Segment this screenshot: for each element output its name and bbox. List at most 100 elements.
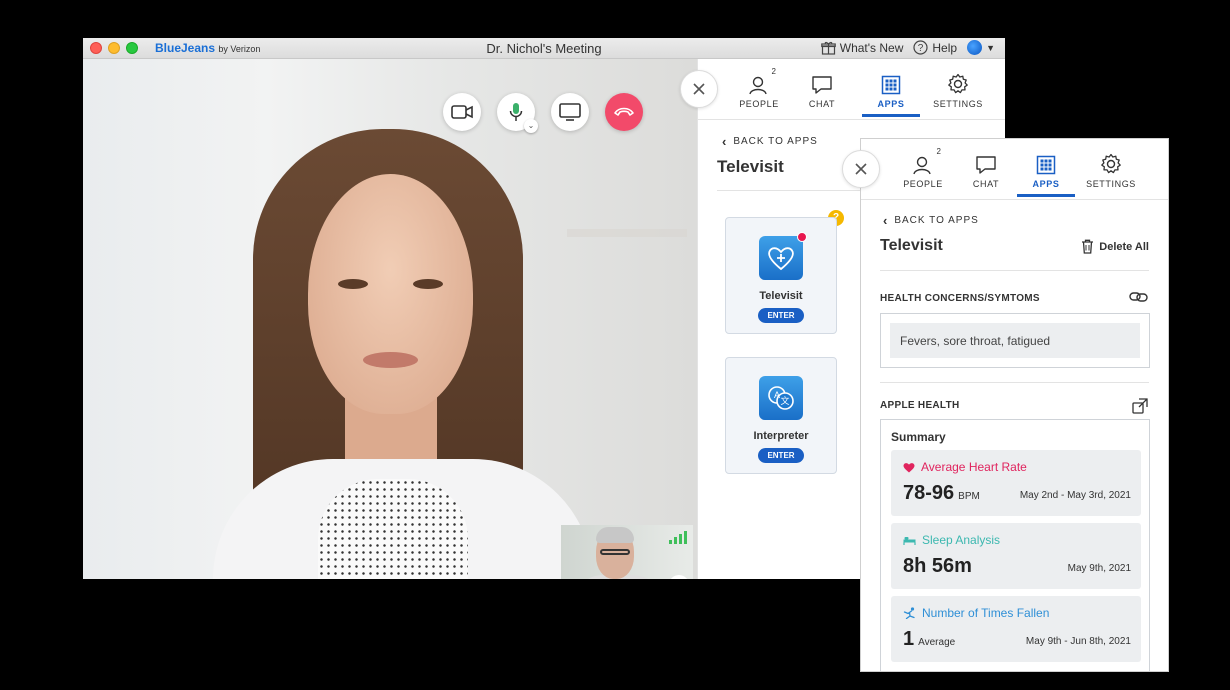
- back-to-apps-link[interactable]: ‹ BACK TO APPS: [883, 213, 979, 228]
- symptoms-field[interactable]: Fevers, sore throat, fatigued: [880, 313, 1150, 368]
- tab-apps-label: APPS: [1032, 179, 1060, 189]
- microphone-icon: [509, 103, 523, 121]
- tab-apps[interactable]: APPS: [862, 71, 920, 117]
- tab-settings-label: SETTINGS: [933, 99, 983, 109]
- delete-all-button[interactable]: Delete All: [1081, 239, 1149, 254]
- metric-name: Sleep Analysis: [903, 533, 1000, 547]
- back-to-apps-label: BACK TO APPS: [733, 136, 818, 147]
- enter-interpreter-button[interactable]: ENTER: [758, 448, 804, 463]
- panel-title: Televisit: [717, 157, 784, 176]
- tab-chat-label: CHAT: [808, 99, 836, 109]
- video-toggle-button[interactable]: [443, 93, 481, 131]
- tab-chat-label: CHAT: [972, 179, 1000, 189]
- people-icon: [913, 156, 931, 175]
- chevron-down-icon: ▼: [986, 42, 995, 53]
- tab-people-label: PEOPLE: [739, 99, 779, 109]
- title-bar: BlueJeans by Verizon Dr. Nichol's Meetin…: [83, 38, 1005, 59]
- translate-icon: A文: [768, 386, 794, 410]
- whats-new-label: What's New: [839, 40, 904, 55]
- people-count-badge: 2: [771, 67, 776, 76]
- open-external-icon[interactable]: [1132, 398, 1148, 414]
- participant-face: [308, 174, 473, 414]
- self-view-video[interactable]: [561, 525, 693, 579]
- call-controls: ⌄: [443, 93, 643, 133]
- screen-share-button[interactable]: [551, 93, 589, 131]
- fall-icon: [903, 607, 915, 619]
- end-call-button[interactable]: [605, 93, 643, 131]
- gear-icon: [948, 73, 968, 94]
- monitor-icon: [559, 103, 581, 121]
- app-name-televisit: Televisit: [759, 290, 803, 302]
- app-card-interpreter[interactable]: A文 Interpreter ENTER: [725, 357, 837, 474]
- chevron-left-icon: ‹: [883, 213, 889, 228]
- microphone-icon: [675, 579, 684, 580]
- notification-dot: [797, 232, 807, 242]
- stage: BlueJeans by Verizon Dr. Nichol's Meetin…: [0, 0, 1230, 690]
- help-label: Help: [932, 40, 958, 55]
- tab-apps[interactable]: APPS: [1017, 151, 1075, 197]
- app-name-interpreter: Interpreter: [753, 430, 809, 442]
- svg-text:?: ?: [918, 43, 924, 54]
- tab-people[interactable]: 2 PEOPLE: [891, 147, 955, 189]
- metric-value: 78-96: [903, 482, 955, 504]
- gear-icon: [1101, 153, 1121, 174]
- panel-title: Televisit: [880, 237, 943, 254]
- apple-health-heading: APPLE HEALTH: [880, 400, 960, 411]
- self-mic-button[interactable]: [669, 575, 689, 579]
- close-detail-panel-button[interactable]: [842, 150, 880, 188]
- metric-value: 1: [903, 628, 915, 650]
- apple-health-summary: Summary Average Heart Rate 78-96 BPM May …: [880, 419, 1150, 671]
- app-card-televisit[interactable]: Televisit ENTER: [725, 217, 837, 334]
- mic-toggle-button[interactable]: ⌄: [497, 93, 538, 133]
- apps-grid-icon: [881, 75, 901, 95]
- bed-icon: [903, 536, 916, 545]
- metric-unit: BPM: [958, 491, 980, 502]
- tab-chat[interactable]: CHAT: [794, 71, 850, 109]
- heart-icon: [903, 462, 915, 472]
- tab-settings[interactable]: SETTINGS: [926, 71, 990, 109]
- tab-settings[interactable]: SETTINGS: [1079, 151, 1143, 189]
- back-to-apps-link[interactable]: ‹ BACK TO APPS: [722, 134, 818, 149]
- tab-people[interactable]: 2 PEOPLE: [724, 67, 794, 109]
- health-concerns-heading: HEALTH CONCERNS/SYMTOMS: [880, 293, 1040, 304]
- people-count-badge: 2: [936, 147, 941, 156]
- svg-text:A: A: [774, 390, 780, 400]
- globe-icon: [967, 40, 983, 55]
- metric-name: Number of Times Fallen: [903, 606, 1049, 620]
- tab-settings-label: SETTINGS: [1086, 179, 1136, 189]
- televisit-app-icon: [759, 232, 807, 280]
- enter-televisit-button[interactable]: ENTER: [758, 308, 804, 323]
- chevron-left-icon: ‹: [722, 134, 728, 149]
- metric-card[interactable]: Sleep Analysis 8h 56m May 9th, 2021: [891, 523, 1141, 589]
- trash-icon: [1082, 239, 1094, 254]
- mic-options-chevron-icon[interactable]: ⌄: [524, 119, 538, 133]
- account-menu[interactable]: ▼: [967, 40, 995, 55]
- televisit-detail-panel: 2 PEOPLE CHAT APPS SETTINGS ‹ BACK TO AP…: [860, 138, 1169, 672]
- metric-unit: Average: [918, 637, 956, 648]
- help-button[interactable]: ? Help: [913, 40, 957, 55]
- metric-name-label: Sleep Analysis: [922, 533, 1001, 547]
- metric-date: May 9th, 2021: [1067, 563, 1131, 574]
- tab-chat[interactable]: CHAT: [955, 151, 1017, 189]
- metric-date: May 2nd - May 3rd, 2021: [1019, 490, 1131, 501]
- help-icon: ?: [913, 40, 928, 55]
- close-icon: [693, 83, 705, 95]
- tab-people-label: PEOPLE: [903, 179, 943, 189]
- svg-text:文: 文: [780, 395, 789, 406]
- people-icon: [749, 76, 767, 95]
- link-icon[interactable]: [1129, 291, 1148, 303]
- metric-value: 8h 56m: [903, 555, 972, 577]
- delete-all-label: Delete All: [1099, 240, 1149, 253]
- remote-video: ⌄: [83, 59, 697, 579]
- chat-icon: [812, 76, 832, 94]
- metric-card[interactable]: Number of Times Fallen 1 Average May 9th …: [891, 596, 1141, 662]
- summary-title: Summary: [891, 430, 946, 444]
- close-panel-button[interactable]: [680, 70, 718, 108]
- apps-grid-icon: [1036, 155, 1056, 175]
- symptoms-value[interactable]: Fevers, sore throat, fatigued: [890, 323, 1140, 358]
- metric-name: Average Heart Rate: [903, 460, 1027, 474]
- whats-new-button[interactable]: What's New: [820, 40, 904, 55]
- metric-card[interactable]: Average Heart Rate 78-96 BPM May 2nd - Ma…: [891, 450, 1141, 516]
- tab-apps-label: APPS: [877, 99, 905, 109]
- close-icon: [855, 163, 867, 175]
